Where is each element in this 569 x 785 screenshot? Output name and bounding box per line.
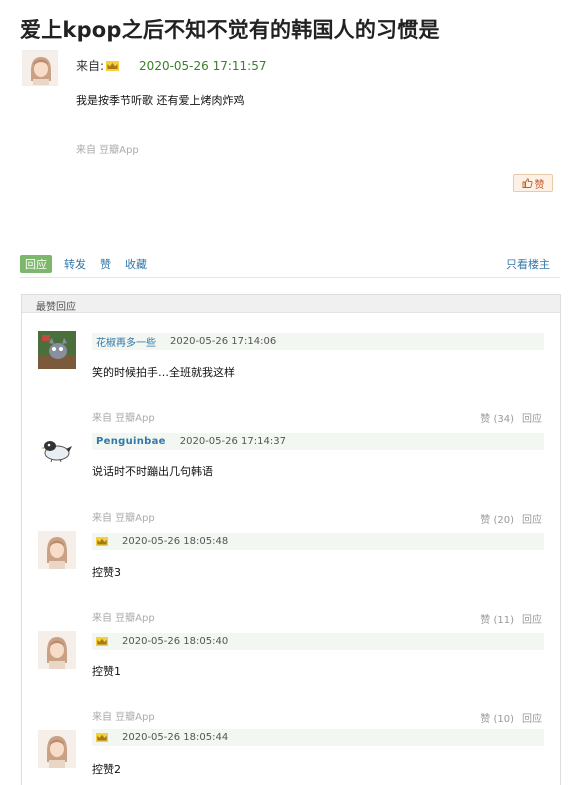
reply-header: 花椒再多一些 2020-05-26 17:14:06 — [92, 333, 544, 350]
post-title: 爱上kpop之后不知不觉有的韩国人的习惯是 — [20, 18, 440, 42]
reply-avatar[interactable] — [38, 331, 76, 369]
penguin-avatar-icon — [38, 431, 76, 469]
vote-count[interactable]: 赞 (34) — [480, 410, 514, 425]
reply-time: 2020-05-26 18:05:44 — [122, 732, 229, 743]
reply-body: 控赞1 — [92, 665, 121, 678]
collect-link[interactable]: 收藏 — [125, 256, 147, 272]
reply-time: 2020-05-26 18:05:48 — [122, 536, 229, 547]
reply-actions: 赞 (11) 回应 — [480, 611, 542, 626]
author-avatar[interactable] — [22, 50, 58, 86]
girl-avatar-icon — [38, 730, 76, 768]
post-meta: 来自: 2020-05-26 17:11:57 — [76, 57, 267, 74]
vote-count[interactable]: 赞 (20) — [480, 511, 514, 526]
girl-avatar-icon — [23, 51, 57, 85]
reply-header: Penguinbae 2020-05-26 17:14:37 — [92, 433, 544, 450]
best-replies-header: 最赞回应 — [22, 295, 560, 313]
reply-time: 2020-05-26 17:14:37 — [179, 436, 286, 447]
like-label: 赞 — [534, 179, 545, 191]
crown-icon[interactable] — [96, 537, 108, 546]
from-label: 来自: — [76, 59, 105, 73]
reply-time: 2020-05-26 17:14:06 — [170, 336, 277, 347]
reply-header: 2020-05-26 18:05:40 — [92, 633, 544, 650]
best-replies-panel: 最赞回应 花椒再多一些 2020-05-26 17:14:06 笑的时候拍手…全… — [21, 294, 561, 785]
reply-body: 控赞2 — [92, 763, 121, 776]
reply-body: 笑的时候拍手…全班就我这样 — [92, 366, 235, 379]
reply-actions: 赞 (34) 回应 — [480, 410, 542, 425]
reply-avatar[interactable] — [38, 531, 76, 569]
vote-count[interactable]: 赞 (10) — [480, 710, 514, 725]
reply-link[interactable]: 回应 — [522, 611, 542, 626]
reply-header: 2020-05-26 18:05:44 — [92, 729, 544, 746]
reply-body: 控赞3 — [92, 566, 121, 579]
thumbs-up-icon — [522, 178, 533, 188]
post-body: 我是按季节听歌 还有爱上烤肉炸鸡 — [76, 94, 245, 107]
reply-body: 说话时不时蹦出几句韩语 — [92, 465, 213, 478]
reply-author[interactable]: 花椒再多一些 — [96, 334, 156, 349]
crown-icon[interactable] — [96, 733, 108, 742]
reply-source[interactable]: 来自 豆瓣App — [92, 609, 155, 624]
only-op-link[interactable]: 只看楼主 — [506, 256, 550, 272]
reply-source[interactable]: 来自 豆瓣App — [92, 409, 155, 424]
crown-icon[interactable] — [96, 637, 108, 646]
vote-count[interactable]: 赞 (11) — [480, 611, 514, 626]
reply-link[interactable]: 回应 — [522, 410, 542, 425]
reply-header: 2020-05-26 18:05:48 — [92, 533, 544, 550]
reply-link[interactable]: 回应 — [522, 710, 542, 725]
girl-avatar-icon — [38, 631, 76, 669]
action-bar: 回应 转发 赞 收藏 只看楼主 — [20, 254, 560, 278]
reply-avatar[interactable] — [38, 631, 76, 669]
reply-avatar[interactable] — [38, 730, 76, 768]
crown-icon[interactable] — [106, 60, 120, 71]
reply-source[interactable]: 来自 豆瓣App — [92, 708, 155, 723]
reply-link[interactable]: 回应 — [522, 511, 542, 526]
reply-author[interactable]: Penguinbae — [96, 436, 166, 447]
reply-actions: 赞 (20) 回应 — [480, 511, 542, 526]
reply-time: 2020-05-26 18:05:40 — [122, 636, 229, 647]
reply-tab[interactable]: 回应 — [20, 254, 52, 273]
repost-link[interactable]: 转发 — [64, 256, 86, 272]
girl-avatar-icon — [38, 531, 76, 569]
cartoon-cat-avatar-icon — [38, 331, 76, 369]
reply-source[interactable]: 来自 豆瓣App — [92, 509, 155, 524]
post-time: 2020-05-26 17:11:57 — [139, 58, 267, 73]
reply-actions: 赞 (10) 回应 — [480, 710, 542, 725]
post-source[interactable]: 来自 豆瓣App — [76, 141, 139, 156]
like-link[interactable]: 赞 — [100, 256, 111, 272]
reply-avatar[interactable] — [38, 431, 76, 469]
like-button[interactable]: 赞 — [513, 174, 553, 192]
